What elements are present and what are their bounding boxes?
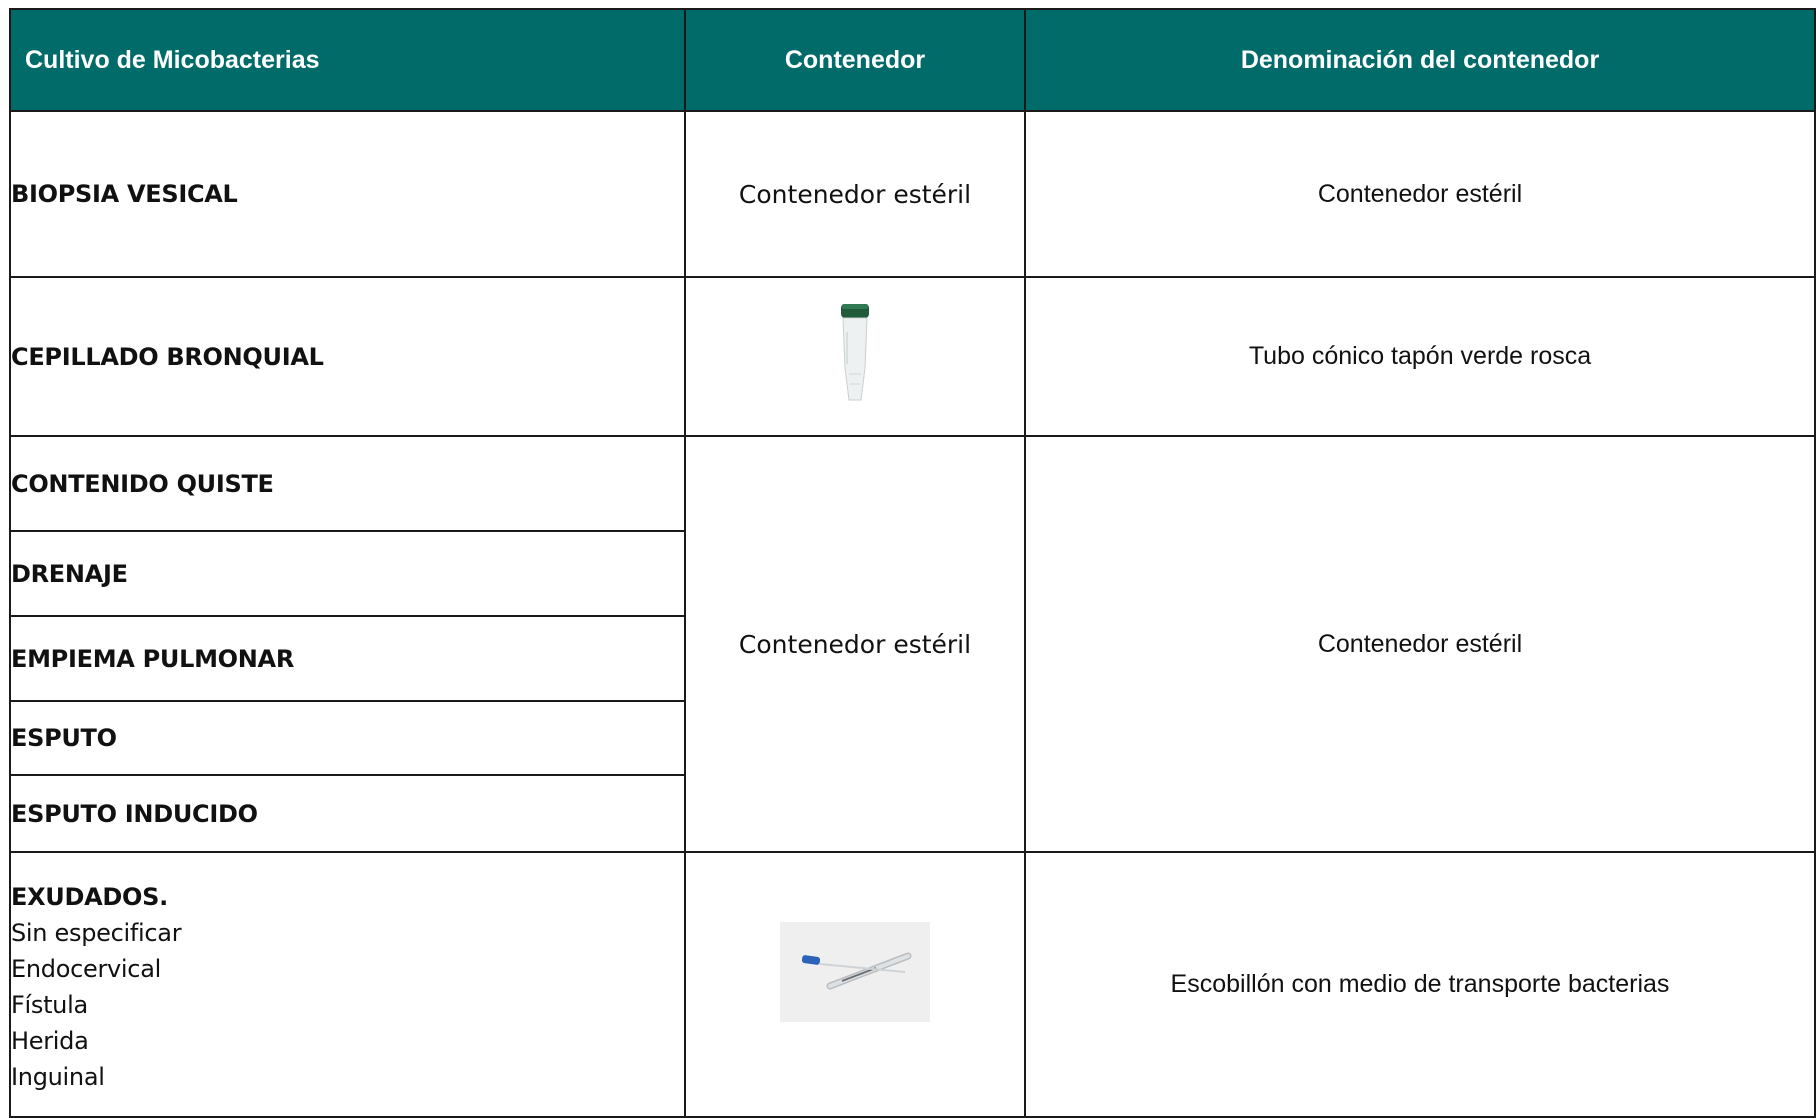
row-label-exudados: EXUDADOS. Sin especificar Endocervical F… <box>9 851 686 1118</box>
exudado-sublabel: Herida <box>11 1027 89 1055</box>
row-label: DRENAJE <box>9 530 686 617</box>
row-label: ESPUTO <box>9 700 686 776</box>
exudado-sublabel: Inguinal <box>11 1063 105 1091</box>
exudado-sublabel: Sin especificar <box>11 919 182 947</box>
header-denominacion: Denominación del contenedor <box>1024 8 1816 112</box>
container-image-cell <box>684 276 1026 437</box>
container-image-cell <box>684 851 1026 1118</box>
denomination-cell: Tubo cónico tapón verde rosca <box>1024 276 1816 437</box>
exudados-title: EXUDADOS. <box>11 883 168 911</box>
table-row: EXUDADOS. Sin especificar Endocervical F… <box>9 851 1816 1118</box>
row-label: ESPUTO INDUCIDO <box>9 774 686 853</box>
swab-image <box>780 922 930 1022</box>
specimen-container-table: Cultivo de Micobacterias Contenedor Deno… <box>9 8 1816 1118</box>
table-row: CONTENIDO QUISTE Contenedor estéril Cont… <box>9 435 1816 853</box>
denomination-cell: Contenedor estéril <box>1024 110 1816 278</box>
table-row: BIOPSIA VESICAL Contenedor estéril Conte… <box>9 110 1816 278</box>
table-header-row: Cultivo de Micobacterias Contenedor Deno… <box>9 8 1816 112</box>
header-cultivo: Cultivo de Micobacterias <box>9 8 686 112</box>
conical-tube-image <box>835 302 875 411</box>
exudado-sublabel: Fístula <box>11 991 88 1019</box>
denomination-cell: Escobillón con medio de transporte bacte… <box>1024 851 1816 1118</box>
table-row: CEPILLADO BRONQUIAL Tubo cónico tapón ve… <box>9 276 1816 437</box>
denomination-cell: Contenedor estéril <box>1024 435 1816 853</box>
row-label: CEPILLADO BRONQUIAL <box>9 276 686 437</box>
container-cell: Contenedor estéril <box>684 110 1026 278</box>
row-label: CONTENIDO QUISTE <box>9 435 686 532</box>
row-label: EMPIEMA PULMONAR <box>9 615 686 702</box>
container-cell: Contenedor estéril <box>684 435 1026 853</box>
exudado-sublabel: Endocervical <box>11 955 161 983</box>
row-label: BIOPSIA VESICAL <box>9 110 686 278</box>
header-contenedor: Contenedor <box>684 8 1026 112</box>
